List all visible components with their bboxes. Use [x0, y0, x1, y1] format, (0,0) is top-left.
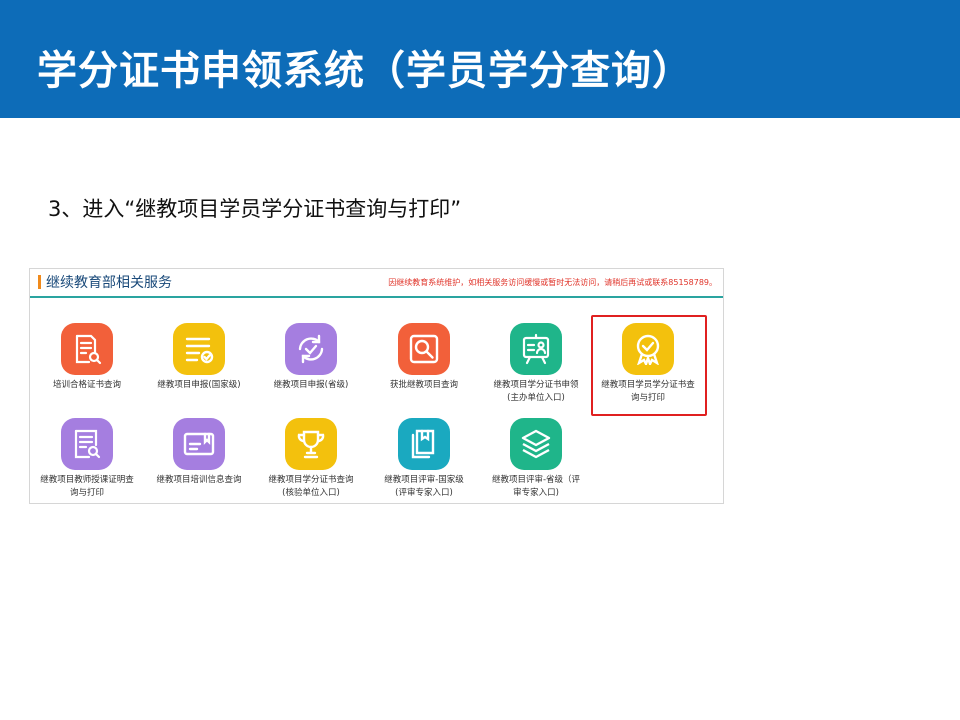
tile-review-provincial[interactable]: 继教项目评审-省级（评 审专家入口) — [482, 418, 590, 500]
presentation-board-icon — [510, 323, 562, 375]
trophy-icon — [285, 418, 337, 470]
document-search-icon — [61, 418, 113, 470]
tile-label-line2: 询与打印 — [69, 488, 104, 498]
tile-project-apply-national[interactable]: 继教项目申报(国家级) — [145, 323, 253, 392]
tile-label-line2: 审专家入口) — [513, 488, 559, 498]
tile-label-line2: (核验单位入口) — [282, 488, 340, 498]
panel-title: 继续教育部相关服务 — [46, 275, 172, 291]
tile-label-line2: (评审专家入口) — [395, 488, 453, 498]
tile-label: 获批继教项目查询 — [389, 380, 458, 390]
tile-certificate-query[interactable]: 培训合格证书查询 — [33, 323, 141, 392]
tile-credit-cert-verify[interactable]: 继教项目学分证书查询 (核验单位入口) — [257, 418, 365, 500]
tile-label: 继教项目评审-国家级 — [384, 475, 464, 485]
certificate-search-icon — [61, 323, 113, 375]
slide-title: 学分证书申领系统（学员学分查询） — [37, 48, 693, 94]
tile-label: 继教项目教师授课证明查 — [40, 475, 134, 485]
tile-training-info-query[interactable]: 继教项目培训信息查询 — [145, 418, 253, 487]
step-instruction: 3、进入“继教项目学员学分证书查询与打印” — [48, 197, 462, 221]
panel-divider — [30, 296, 723, 298]
refresh-check-icon — [285, 323, 337, 375]
services-panel-screenshot: 继续教育部相关服务 因继续教育系统维护，如相关服务访问缓慢或暂时无法访问，请稍后… — [29, 268, 724, 504]
tile-label: 继教项目申报(国家级) — [157, 380, 241, 390]
tile-project-apply-provincial[interactable]: 继教项目申报(省级) — [257, 323, 365, 392]
layers-icon — [510, 418, 562, 470]
list-check-icon — [173, 323, 225, 375]
selection-highlight-box — [591, 315, 707, 416]
tile-label: 继教项目申报(省级) — [273, 380, 349, 390]
tile-label: 继教项目学分证书申领 — [493, 380, 579, 390]
panel-title-accent — [38, 275, 41, 289]
book-stack-icon — [398, 418, 450, 470]
magnifier-icon — [398, 323, 450, 375]
tile-teacher-proof-query-print[interactable]: 继教项目教师授课证明查 询与打印 — [33, 418, 141, 500]
tile-label: 继教项目评审-省级（评 — [491, 475, 581, 485]
tile-label-line2: (主办单位入口) — [507, 393, 565, 403]
tile-approved-projects[interactable]: 获批继教项目查询 — [370, 323, 478, 392]
tile-label: 继教项目学分证书查询 — [268, 475, 354, 485]
tile-label: 培训合格证书查询 — [52, 380, 121, 390]
tile-review-national[interactable]: 继教项目评审-国家级 (评审专家入口) — [370, 418, 478, 500]
tile-credit-cert-apply[interactable]: 继教项目学分证书申领 (主办单位入口) — [482, 323, 590, 405]
id-card-icon — [173, 418, 225, 470]
tile-label: 继教项目培训信息查询 — [156, 475, 242, 485]
maintenance-notice: 因继续教育系统维护，如相关服务访问缓慢或暂时无法访问，请稍后再试或联系85158… — [388, 278, 717, 287]
slide-header: 学分证书申领系统（学员学分查询） — [0, 0, 960, 118]
